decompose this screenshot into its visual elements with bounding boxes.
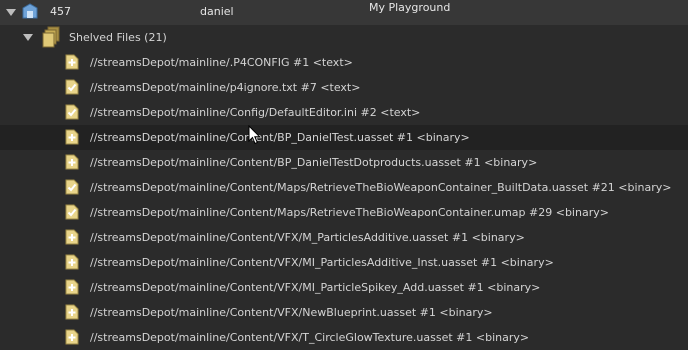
add-file-icon bbox=[65, 54, 79, 70]
file-path: //streamsDepot/mainline/Content/Maps/Ret… bbox=[90, 181, 672, 194]
edit-file-icon bbox=[65, 179, 79, 195]
file-path: //streamsDepot/mainline/Content/BP_Danie… bbox=[90, 156, 538, 169]
changelist-number: 457 bbox=[50, 5, 71, 18]
add-file-icon bbox=[65, 254, 79, 270]
file-path: //streamsDepot/mainline/Content/BP_Danie… bbox=[90, 131, 470, 144]
file-path: //streamsDepot/mainline/Content/VFX/MI_P… bbox=[90, 281, 541, 294]
file-path: //streamsDepot/mainline/Content/VFX/M_Pa… bbox=[90, 231, 525, 244]
file-row[interactable]: //streamsDepot/mainline/Content/VFX/T_Ci… bbox=[0, 325, 688, 350]
edit-file-icon bbox=[65, 204, 79, 220]
file-path: //streamsDepot/mainline/Content/Maps/Ret… bbox=[90, 206, 609, 219]
shelved-files-label: Shelved Files (21) bbox=[69, 31, 167, 44]
file-path: //streamsDepot/mainline/Content/VFX/NewB… bbox=[90, 306, 493, 319]
collapse-arrow-icon[interactable] bbox=[6, 9, 16, 16]
file-row[interactable]: //streamsDepot/mainline/Content/VFX/M_Pa… bbox=[0, 225, 688, 250]
file-row[interactable]: //streamsDepot/mainline/Content/Maps/Ret… bbox=[0, 200, 688, 225]
changelist-user: daniel bbox=[200, 5, 234, 18]
changelist-row[interactable]: 457 daniel My Playground bbox=[0, 0, 688, 25]
edit-file-icon bbox=[65, 79, 79, 95]
file-row[interactable]: //streamsDepot/mainline/Content/BP_Danie… bbox=[0, 150, 688, 175]
file-row[interactable]: //streamsDepot/mainline/Config/DefaultEd… bbox=[0, 100, 688, 125]
file-path: //streamsDepot/mainline/Content/VFX/T_Ci… bbox=[90, 331, 530, 344]
mouse-cursor-icon bbox=[248, 125, 261, 145]
file-path: //streamsDepot/mainline/.P4CONFIG #1 <te… bbox=[90, 56, 353, 69]
add-file-icon bbox=[65, 329, 79, 345]
shelved-files-row[interactable]: Shelved Files (21) bbox=[0, 25, 688, 50]
add-file-icon bbox=[65, 154, 79, 170]
file-row[interactable]: //streamsDepot/mainline/Content/VFX/MI_P… bbox=[0, 275, 688, 300]
file-path: //streamsDepot/mainline/Config/DefaultEd… bbox=[90, 106, 421, 119]
shelved-files-icon bbox=[42, 26, 60, 48]
file-row[interactable]: //streamsDepot/mainline/Content/BP_Danie… bbox=[0, 125, 688, 150]
file-row[interactable]: //streamsDepot/mainline/Content/VFX/NewB… bbox=[0, 300, 688, 325]
add-file-icon bbox=[65, 129, 79, 145]
add-file-icon bbox=[65, 229, 79, 245]
collapse-arrow-icon[interactable] bbox=[23, 34, 33, 41]
file-row[interactable]: //streamsDepot/mainline/.P4CONFIG #1 <te… bbox=[0, 50, 688, 75]
add-file-icon bbox=[65, 279, 79, 295]
add-file-icon bbox=[65, 304, 79, 320]
file-row[interactable]: //streamsDepot/mainline/Content/VFX/MI_P… bbox=[0, 250, 688, 275]
edit-file-icon bbox=[65, 104, 79, 120]
file-path: //streamsDepot/mainline/p4ignore.txt #7 … bbox=[90, 81, 361, 94]
file-path: //streamsDepot/mainline/Content/VFX/MI_P… bbox=[90, 256, 554, 269]
file-row[interactable]: //streamsDepot/mainline/p4ignore.txt #7 … bbox=[0, 75, 688, 100]
pending-changelist-icon bbox=[22, 3, 38, 19]
changelist-workspace: My Playground bbox=[369, 1, 451, 14]
file-row[interactable]: //streamsDepot/mainline/Content/Maps/Ret… bbox=[0, 175, 688, 200]
